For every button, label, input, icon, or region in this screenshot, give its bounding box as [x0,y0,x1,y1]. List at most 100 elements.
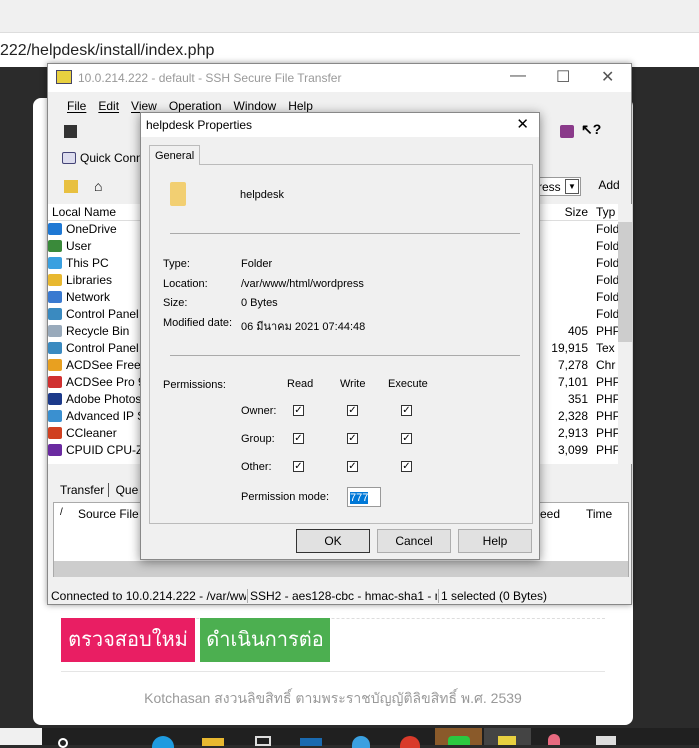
local-file-item[interactable]: This PC [48,255,141,272]
dialog-title: helpdesk Properties [146,118,253,132]
menu-view[interactable]: View [131,99,157,113]
edge-icon[interactable] [152,736,174,748]
paint-icon[interactable] [596,736,616,745]
sort-header[interactable]: / [60,507,63,518]
general-panel: helpdesk Type: Folder Location: /var/www/ht… [149,164,533,524]
speed-header[interactable]: eed [540,507,560,521]
dialog-close-button[interactable]: ✕ [516,115,529,133]
library-icon [48,274,62,286]
app-icon[interactable] [548,734,560,745]
menu-window[interactable]: Window [234,99,277,113]
type-header[interactable]: Typ [592,205,615,219]
ccleaner-icon [48,427,62,439]
chevron-down-icon: ▼ [565,179,579,194]
line-icon[interactable] [435,728,482,745]
ok-button[interactable]: OK [296,529,370,553]
url-text: 222/helpdesk/install/index.php [0,42,215,59]
user-icon [48,240,62,252]
local-file-item[interactable]: Adobe Photos [48,391,141,408]
window-title: 10.0.214.222 - default - SSH Secure File… [78,71,342,85]
menu-help[interactable]: Help [288,99,313,113]
separator [170,233,520,234]
permission-checkbox[interactable]: ✓ [293,405,304,416]
field-label: Size: [163,297,188,309]
taskbar [0,728,699,748]
menu-operation[interactable]: Operation [169,99,222,113]
tab-queue[interactable]: Que [113,483,139,497]
search-icon[interactable] [58,738,68,748]
cancel-button[interactable]: Cancel [377,529,451,553]
folder-name: helpdesk [240,189,285,201]
horizontal-scrollbar[interactable] [54,561,628,577]
cloud-icon [48,223,62,235]
local-file-item[interactable]: Control Panel [48,340,141,357]
quick-connect-button[interactable]: Quick Conn [62,151,143,165]
monitor-icon [48,257,62,269]
help-button[interactable]: Help [458,529,532,553]
remote-file-list: Size Typ Fold Fold Fold Fold Fold Fold 405 PHP 19… [540,204,632,464]
local-file-item[interactable]: CCleaner [48,425,141,442]
local-file-item[interactable]: OneDrive [48,221,141,238]
local-file-item[interactable]: Libraries [48,272,141,289]
menu-file[interactable]: File [67,99,86,113]
menu-edit[interactable]: Edit [98,99,119,113]
address-dropdown[interactable]: ress ▼ [535,177,581,196]
permission-checkbox[interactable]: ✓ [293,433,304,444]
permission-checkbox[interactable]: ✓ [293,461,304,472]
home-icon[interactable]: ⌂ [94,178,102,194]
local-file-item[interactable]: Control Panel [48,306,141,323]
properties-dialog: helpdesk Properties ✕ General helpdesk T… [140,112,540,560]
local-file-item[interactable]: Network [48,289,141,306]
local-file-item[interactable]: User [48,238,141,255]
local-file-item[interactable]: Recycle Bin [48,323,141,340]
control-panel-icon [48,342,62,354]
size-header[interactable]: Size [540,204,592,221]
permission-checkbox[interactable]: ✓ [401,433,412,444]
close-button[interactable]: ✕ [601,67,614,87]
help-book-icon[interactable] [560,125,574,138]
permission-checkbox[interactable]: ✓ [401,461,412,472]
permission-checkbox[interactable]: ✓ [347,461,358,472]
permission-checkbox[interactable]: ✓ [347,433,358,444]
source-file-header[interactable]: Source File [78,507,139,521]
acdsee-icon [48,359,62,371]
status-cipher: SSH2 - aes128-cbc - hmac-sha1 - nc [247,589,437,603]
maximize-button[interactable]: ☐ [556,67,570,87]
save-icon[interactable] [64,125,77,138]
time-header[interactable]: Time [586,507,612,521]
permission-mode-input[interactable]: 777 [347,487,381,507]
perm-row-label: Owner: [241,405,277,417]
perm-row-label: Other: [241,461,272,473]
chrome-icon[interactable] [400,736,420,748]
ssh-taskbar-icon[interactable] [484,728,531,745]
new-folder-icon[interactable] [64,180,78,193]
browser-tab-bar [0,0,699,33]
field-label: Modified date: [163,316,233,329]
field-value: 0 Bytes [241,297,278,309]
folder-icon [170,182,186,206]
local-file-item[interactable]: CPUID CPU-Z [48,442,143,459]
read-header: Read [287,378,314,390]
start-area[interactable] [0,728,42,745]
whats-this-icon[interactable]: ↖? [581,121,601,138]
ip-scanner-icon [48,410,62,422]
add-button[interactable]: Add [589,174,629,198]
minimize-button[interactable]: — [510,67,526,85]
ie-icon[interactable] [352,736,370,748]
local-file-item[interactable]: ACDSee Free [48,357,141,374]
continue-button[interactable]: ดำเนินการต่อ [200,618,330,662]
local-file-item[interactable]: Advanced IP S [48,408,145,425]
permission-checkbox[interactable]: ✓ [401,405,412,416]
permission-checkbox[interactable]: ✓ [347,405,358,416]
field-value: /var/www/html/wordpress [241,277,364,290]
tab-general[interactable]: General [149,145,201,165]
permission-mode-label: Permission mode: [241,491,330,503]
network-icon [48,291,62,303]
recycle-bin-icon [48,325,62,337]
tab-transfer[interactable]: Transfer [56,483,110,497]
recheck-button[interactable]: ตรวจสอบใหม่ [61,618,195,662]
vertical-scrollbar[interactable] [618,204,632,464]
local-file-item[interactable]: ACDSee Pro 9 [48,374,145,391]
address-bar[interactable]: 222/helpdesk/install/index.php [0,33,699,67]
local-name-header[interactable]: Local Name [48,204,141,221]
